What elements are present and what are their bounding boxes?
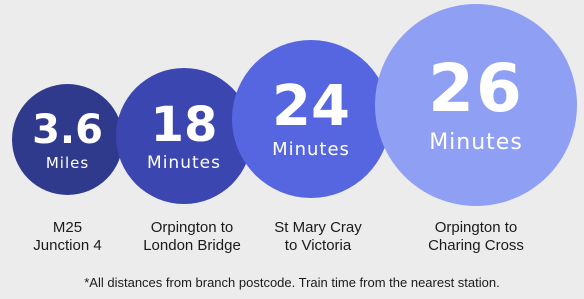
stat-unit: Miles [45,154,90,172]
stat-label-line: Orpington to [150,219,234,236]
stat-label-line: Orpington to [434,219,518,236]
stat-value: 3.6 [32,107,103,153]
stat-circle-m25: 3.6 Miles [12,84,123,195]
stat-label-line: St Mary Cray [274,219,362,236]
stat-label-charing-cross: Orpington to Charing Cross [396,219,556,255]
stat-unit: Minutes [429,130,523,155]
stat-circle-victoria: 24 Minutes [232,40,390,198]
stat-unit: Minutes [147,152,221,173]
stat-label-line: M25 [52,219,83,236]
stat-circle-charing-cross: 26 Minutes [375,4,577,206]
stat-value: 26 [428,50,524,127]
stat-unit: Minutes [272,139,350,160]
stat-label-line: London Bridge [143,237,241,254]
stat-value: 18 [150,96,218,153]
stat-circle-london-bridge: 18 Minutes [116,68,252,204]
stat-value: 24 [272,74,350,139]
stat-label-victoria: St Mary Cray to Victoria [256,219,380,255]
stat-label-london-bridge: Orpington to London Bridge [132,219,252,255]
stat-label-line: Junction 4 [33,237,102,254]
stat-label-line: to Victoria [284,237,352,254]
footnote: *All distances from branch postcode. Tra… [84,275,500,290]
stat-label-m25: M25 Junction 4 [12,219,123,255]
stat-label-line: Charing Cross [428,237,524,254]
